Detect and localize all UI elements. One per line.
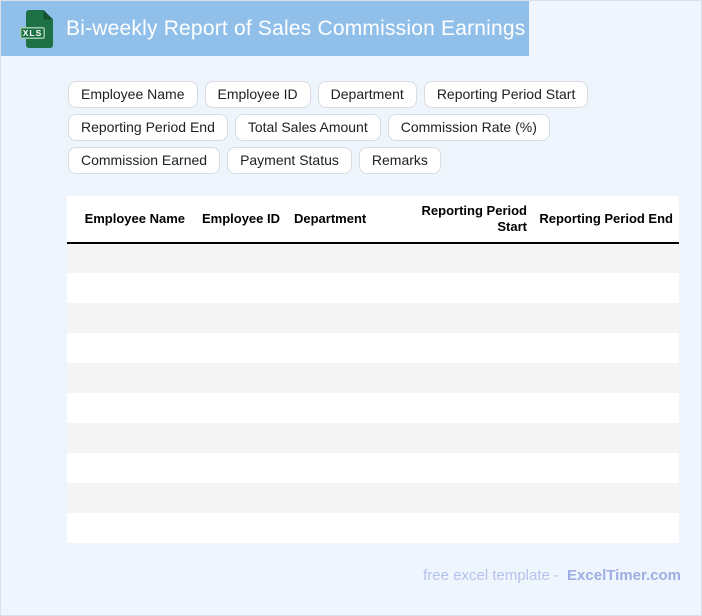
empty-cell (386, 453, 533, 483)
column-header: Reporting Period Start (386, 196, 533, 244)
field-chip[interactable]: Payment Status (227, 147, 352, 174)
empty-cell (191, 363, 286, 393)
table-row (67, 333, 679, 363)
empty-cell (286, 303, 386, 333)
empty-cell (67, 243, 191, 273)
table-row (67, 273, 679, 303)
empty-cell (533, 273, 679, 303)
table-header-row: Employee Name Employee ID Department Report… (67, 196, 679, 244)
empty-cell (386, 333, 533, 363)
empty-cell (386, 303, 533, 333)
field-chip-list: Employee Name Employee ID Department Report… (68, 81, 628, 174)
empty-cell (386, 243, 533, 273)
empty-cell (286, 333, 386, 363)
empty-cell (67, 513, 191, 543)
empty-cell (286, 273, 386, 303)
empty-cell (286, 453, 386, 483)
empty-cell (67, 393, 191, 423)
column-header: Employee ID (191, 196, 286, 244)
empty-cell (386, 273, 533, 303)
column-header: Department (286, 196, 386, 244)
table-row (67, 303, 679, 333)
empty-cell (533, 303, 679, 333)
field-chip[interactable]: Reporting Period Start (423, 81, 589, 108)
field-chip[interactable]: Employee ID (204, 81, 311, 108)
empty-cell (191, 273, 286, 303)
empty-cell (191, 333, 286, 363)
file-fold-shape (43, 9, 53, 19)
table-row (67, 483, 679, 513)
field-chip[interactable]: Total Sales Amount (234, 114, 381, 141)
footer-brand-link[interactable]: ExcelTimer.com (567, 567, 681, 584)
empty-cell (191, 453, 286, 483)
table-row (67, 513, 679, 543)
empty-cell (533, 393, 679, 423)
field-chip[interactable]: Department (317, 81, 417, 108)
empty-cell (67, 453, 191, 483)
empty-cell (286, 483, 386, 513)
empty-cell (386, 513, 533, 543)
empty-cell (67, 363, 191, 393)
empty-cell (386, 423, 533, 453)
xls-file-icon: XLS (20, 9, 53, 48)
table-row (67, 363, 679, 393)
field-chip[interactable]: Remarks (358, 147, 441, 174)
empty-cell (386, 363, 533, 393)
table-row (67, 393, 679, 423)
field-chip[interactable]: Commission Rate (%) (387, 114, 550, 141)
empty-cell (191, 393, 286, 423)
empty-cell (67, 483, 191, 513)
empty-cell (533, 423, 679, 453)
empty-cell (191, 483, 286, 513)
empty-cell (286, 243, 386, 273)
file-icon-label: XLS (23, 28, 43, 38)
empty-cell (286, 423, 386, 453)
empty-cell (67, 303, 191, 333)
empty-cell (286, 363, 386, 393)
field-chip[interactable]: Reporting Period End (68, 114, 228, 141)
column-header: Employee Name (67, 196, 191, 244)
empty-cell (533, 333, 679, 363)
footer: free excel template - ExcelTimer.com (67, 567, 681, 585)
empty-cell (533, 483, 679, 513)
empty-cell (191, 423, 286, 453)
title-bar: XLS Bi-weekly Report of Sales Commission… (1, 1, 529, 56)
empty-cell (191, 513, 286, 543)
empty-cell (386, 393, 533, 423)
empty-cell (286, 513, 386, 543)
empty-cell (191, 303, 286, 333)
empty-cell (386, 483, 533, 513)
empty-cell (533, 453, 679, 483)
empty-cell (67, 333, 191, 363)
empty-cell (286, 393, 386, 423)
footer-text: free excel template - (423, 567, 560, 584)
page-title: Bi-weekly Report of Sales Commission Ear… (66, 16, 526, 40)
table-row (67, 453, 679, 483)
field-chip[interactable]: Commission Earned (68, 147, 221, 174)
empty-cell (533, 363, 679, 393)
empty-cell (67, 273, 191, 303)
empty-cell (533, 513, 679, 543)
table-row (67, 423, 679, 453)
page: XLS Bi-weekly Report of Sales Commission… (0, 0, 702, 616)
field-chip[interactable]: Employee Name (68, 81, 198, 108)
table-body (67, 243, 679, 543)
empty-cell (191, 243, 286, 273)
empty-cell (67, 423, 191, 453)
report-table: Employee Name Employee ID Department Report… (67, 196, 679, 543)
table-row (67, 243, 679, 273)
empty-cell (533, 243, 679, 273)
column-header: Reporting Period End (533, 196, 679, 244)
